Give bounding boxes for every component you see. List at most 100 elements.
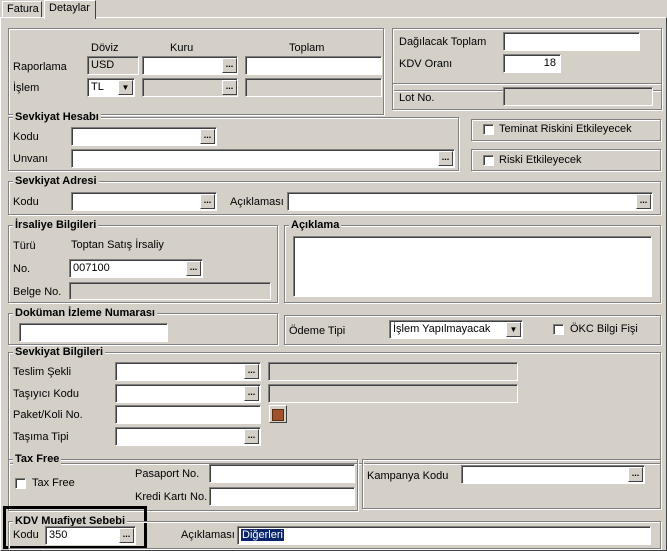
dagilacak-toplam-field[interactable]	[503, 32, 640, 51]
sevkiyat-adresi-kodu-label: Kodu	[13, 196, 39, 208]
sevkiyat-bilgileri-group: Sevkiyat Bilgileri Teslim Şekli ... Taşı…	[8, 346, 661, 464]
irsaliye-no-label: No.	[13, 263, 31, 275]
riski-label: Riski Etkileyecek	[499, 154, 582, 166]
sevkiyat-adresi-group: Sevkiyat Adresi Kodu ... Açıklaması ...	[8, 175, 661, 215]
pasaport-no-field[interactable]	[209, 464, 355, 483]
kdv-muafiyet-aciklama-label: Açıklaması	[181, 529, 235, 541]
islem-kuru-lookup-button[interactable]: ...	[222, 80, 237, 95]
dokuman-group: Doküman İzleme Numarası	[8, 307, 278, 345]
kdv-muafiyet-aciklama-value: Diğerleri	[241, 529, 284, 541]
lot-no-field	[503, 87, 653, 106]
sevkiyat-hesabi-kodu-field[interactable]	[71, 127, 217, 146]
tasima-tipi-lookup-button[interactable]: ...	[244, 429, 259, 444]
tasiyici-kodu-field[interactable]	[115, 384, 261, 403]
kampanya-group: Kampanya Kodu ...	[362, 459, 661, 509]
detaylar-panel: Döviz Kuru Toplam Raporlama USD ... İşle…	[0, 17, 667, 551]
irsaliye-no-field[interactable]: 007100	[69, 259, 203, 278]
package-icon[interactable]	[269, 405, 287, 423]
sevkiyat-adresi-aciklama-label: Açıklaması	[230, 196, 284, 208]
belge-no-field	[69, 282, 271, 300]
col-doviz: Döviz	[91, 42, 119, 54]
paket-koli-field[interactable]	[115, 405, 261, 424]
tasiyici-kodu-desc	[268, 384, 518, 403]
tasiyici-kodu-lookup-button[interactable]: ...	[244, 386, 259, 401]
tax-free-group: Tax Free Tax Free Pasaport No. Kredi Kar…	[8, 453, 358, 511]
irsaliye-turu-value: Toptan Satış İrsaliy	[67, 236, 271, 255]
kdv-orani-label: KDV Oranı	[399, 58, 453, 70]
teminat-checkbox[interactable]	[483, 124, 494, 135]
okc-checkbox[interactable]	[553, 324, 564, 335]
tab-fatura[interactable]: Fatura	[2, 1, 42, 17]
teminat-label: Teminat Riskini Etkileyecek	[499, 123, 632, 135]
odeme-tipi-select[interactable]: İşlem Yapılmayacak ▼	[389, 320, 523, 339]
sevkiyat-adresi-kodu-lookup-button[interactable]: ...	[200, 194, 215, 209]
tasiyici-kodu-label: Taşıyıcı Kodu	[13, 388, 80, 400]
odeme-tipi-label: Ödeme Tipi	[289, 325, 346, 337]
summary-group: Dağılacak Toplam KDV Oranı 18	[392, 28, 662, 91]
islem-label: İşlem	[13, 82, 40, 94]
islem-doviz-value: TL	[91, 81, 104, 93]
odeme-tipi-value: İşlem Yapılmayacak	[393, 323, 491, 335]
tab-detaylar[interactable]: Detaylar	[44, 0, 96, 19]
sevkiyat-hesabi-kodu-label: Kodu	[13, 131, 39, 143]
tasima-tipi-field[interactable]	[115, 427, 261, 446]
sevkiyat-hesabi-kodu-lookup-button[interactable]: ...	[200, 129, 215, 144]
kdv-muafiyet-group: KDV Muafiyet Sebebi Kodu 350 ... Açıklam…	[8, 515, 661, 549]
aciklama-group: Açıklama	[284, 219, 661, 303]
aciklama-title: Açıklama	[289, 219, 342, 232]
tab-bar: Fatura Detaylar	[0, 0, 667, 19]
pasaport-no-label: Pasaport No.	[135, 468, 200, 480]
islem-doviz-select[interactable]: TL ▼	[87, 78, 135, 97]
kdv-muafiyet-kodu-lookup-button[interactable]: ...	[119, 528, 134, 543]
sevkiyat-adresi-aciklama-lookup-button[interactable]: ...	[636, 194, 651, 209]
sevkiyat-adresi-kodu-field[interactable]	[71, 192, 217, 211]
aciklama-textarea[interactable]	[293, 236, 652, 297]
tax-free-title: Tax Free	[13, 453, 62, 466]
lot-no-label: Lot No.	[399, 92, 435, 104]
kredi-karti-field[interactable]	[209, 487, 355, 506]
sevkiyat-hesabi-group: Sevkiyat Hesabı Kodu ... Unvanı ...	[8, 111, 459, 171]
lot-group: Lot No.	[392, 83, 662, 110]
sevkiyat-hesabi-unvani-field[interactable]	[71, 149, 455, 168]
irsaliye-turu-label: Türü	[13, 240, 36, 252]
kredi-karti-label: Kredi Kartı No.	[135, 491, 208, 503]
odeme-group: Ödeme Tipi İşlem Yapılmayacak ▼ ÖKC Bilg…	[284, 315, 661, 345]
kdv-muafiyet-kodu-label: Kodu	[13, 529, 39, 541]
irsaliye-group: İrsaliye Bilgileri Türü Toptan Satış İrs…	[8, 219, 278, 303]
irsaliye-title: İrsaliye Bilgileri	[13, 219, 99, 232]
teminat-check-group: Teminat Riskini Etkileyecek	[471, 119, 661, 141]
kdv-muafiyet-aciklama-field[interactable]: Diğerleri	[237, 526, 651, 545]
kampanya-kodu-lookup-button[interactable]: ...	[628, 467, 643, 482]
chevron-down-icon[interactable]: ▼	[506, 322, 521, 337]
raporlama-doviz: USD	[87, 56, 139, 75]
currency-group: Döviz Kuru Toplam Raporlama USD ... İşle…	[8, 28, 384, 115]
irsaliye-no-lookup-button[interactable]: ...	[186, 261, 201, 276]
chevron-down-icon[interactable]: ▼	[118, 80, 133, 95]
sevkiyat-hesabi-title: Sevkiyat Hesabı	[13, 111, 101, 124]
sevkiyat-adresi-aciklama-field[interactable]	[287, 192, 653, 211]
tax-free-check-label: Tax Free	[32, 477, 75, 489]
col-kuru: Kuru	[170, 42, 194, 54]
kampanya-kodu-label: Kampanya Kodu	[367, 470, 449, 482]
teslim-sekli-lookup-button[interactable]: ...	[244, 364, 259, 379]
islem-toplam-field	[245, 78, 382, 97]
kampanya-kodu-field[interactable]	[461, 465, 645, 484]
sevkiyat-hesabi-unvani-lookup-button[interactable]: ...	[438, 151, 453, 166]
belge-no-label: Belge No.	[13, 286, 62, 298]
tasima-tipi-label: Taşıma Tipi	[13, 431, 69, 443]
dokuman-title: Doküman İzleme Numarası	[13, 307, 157, 320]
kdv-orani-field[interactable]: 18	[503, 54, 561, 73]
sevkiyat-hesabi-unvani-label: Unvanı	[13, 153, 48, 165]
sevkiyat-adresi-title: Sevkiyat Adresi	[13, 175, 99, 188]
riski-check-group: Riski Etkileyecek	[471, 149, 661, 171]
raporlama-toplam-field[interactable]	[245, 56, 382, 75]
teslim-sekli-field[interactable]	[115, 362, 261, 381]
teslim-sekli-desc	[268, 362, 518, 381]
dagilacak-toplam-label: Dağılacak Toplam	[399, 36, 487, 48]
riski-checkbox[interactable]	[483, 155, 494, 166]
raporlama-label: Raporlama	[13, 61, 67, 73]
col-toplam: Toplam	[289, 42, 325, 54]
dokuman-field[interactable]	[19, 323, 168, 342]
raporlama-kuru-lookup-button[interactable]: ...	[222, 58, 237, 73]
tax-free-checkbox[interactable]	[15, 478, 26, 489]
